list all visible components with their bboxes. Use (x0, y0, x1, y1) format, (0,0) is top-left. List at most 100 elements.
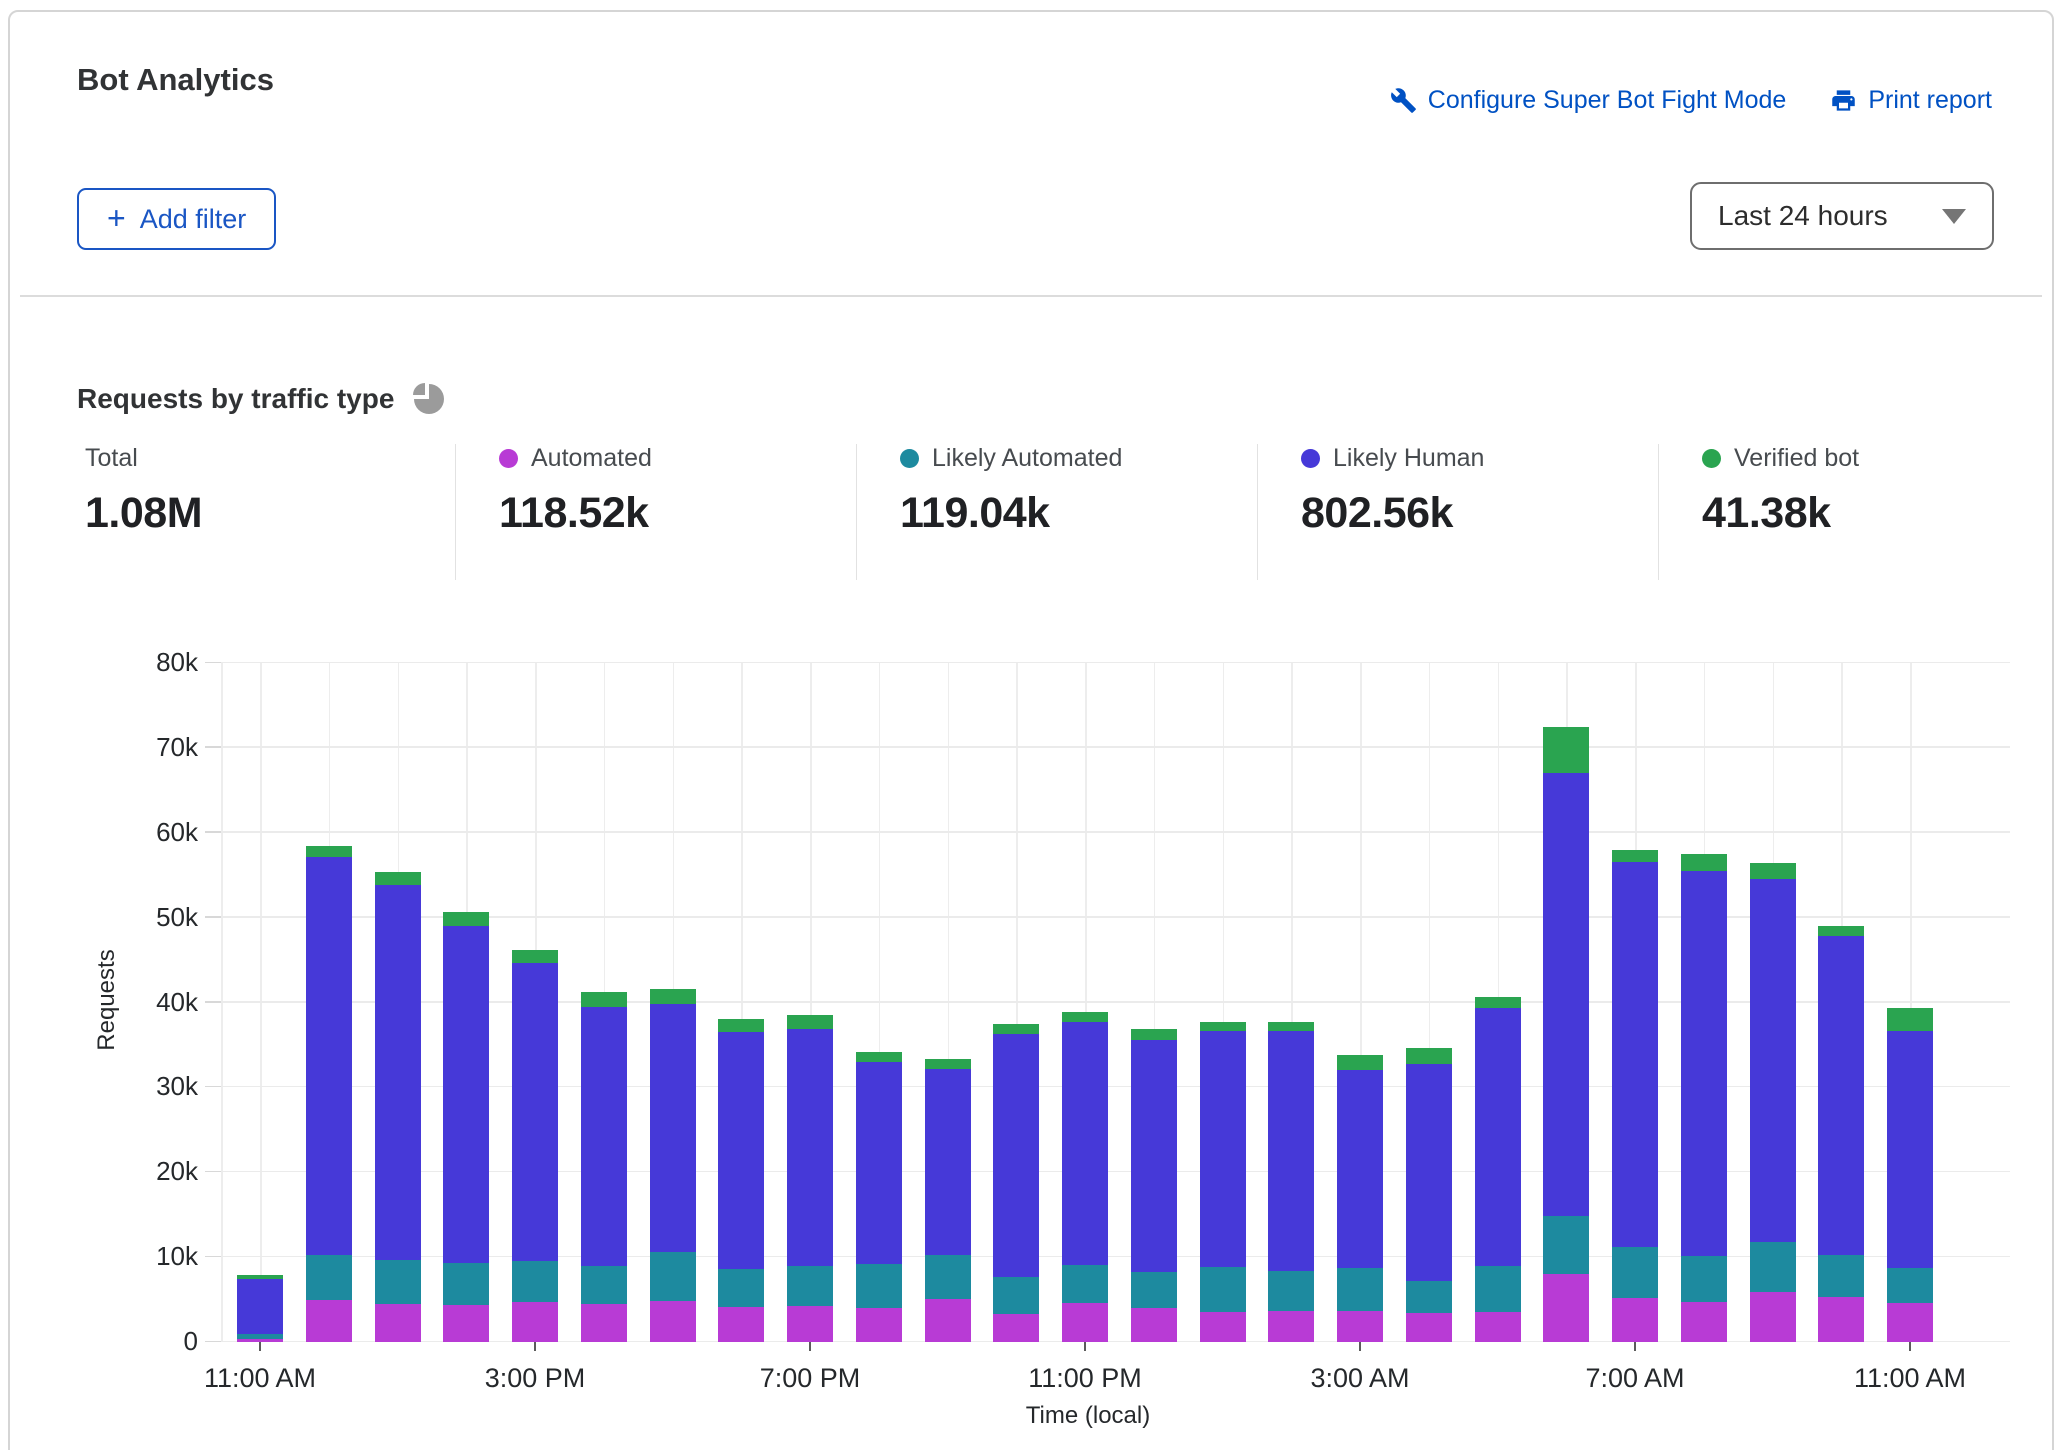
bar[interactable] (1406, 1048, 1452, 1342)
stat-likely-human: Likely Human 802.56k (1301, 444, 1484, 538)
bar-segment-automated (1818, 1297, 1864, 1342)
x-tick (1909, 1342, 1911, 1351)
bar[interactable] (1062, 1012, 1108, 1342)
bar-segment-likely-human (1681, 871, 1727, 1256)
x-tick-label: 11:00 PM (1028, 1363, 1142, 1394)
stat-divider (856, 444, 857, 580)
stat-likely-automated: Likely Automated 119.04k (900, 444, 1122, 538)
y-tick-label: 60k (156, 817, 198, 848)
bar[interactable] (237, 1275, 283, 1342)
y-tick (205, 1001, 221, 1003)
header-links: Configure Super Bot Fight Mode Print rep… (1390, 86, 1992, 115)
gridline (221, 916, 2010, 918)
y-tick (205, 916, 221, 918)
bar-segment-verified-bot (1337, 1055, 1383, 1070)
x-tick-label: 3:00 PM (485, 1363, 586, 1394)
bar-segment-automated (1268, 1311, 1314, 1342)
stat-divider (1257, 444, 1258, 580)
x-tick (809, 1342, 811, 1351)
print-link-label: Print report (1868, 86, 1992, 115)
bar[interactable] (1268, 1022, 1314, 1342)
bar-segment-likely-human (1406, 1064, 1452, 1281)
bar-segment-automated (306, 1300, 352, 1342)
bar[interactable] (1681, 854, 1727, 1342)
bar[interactable] (581, 992, 627, 1342)
gridline (221, 831, 2010, 833)
stat-likely-human-label: Likely Human (1333, 444, 1484, 473)
bar[interactable] (443, 912, 489, 1342)
stat-verified-bot: Verified bot 41.38k (1702, 444, 1859, 538)
printer-icon (1830, 87, 1857, 114)
x-tick (1359, 1342, 1361, 1351)
chevron-down-icon (1942, 209, 1966, 224)
bar-segment-automated (512, 1302, 558, 1342)
bar[interactable] (925, 1059, 971, 1342)
bar[interactable] (1131, 1029, 1177, 1342)
bar-segment-verified-bot (512, 950, 558, 963)
y-tick (205, 1086, 221, 1088)
bar[interactable] (1750, 863, 1796, 1343)
bar[interactable] (375, 872, 421, 1342)
bar[interactable] (993, 1024, 1039, 1342)
bar-segment-verified-bot (1475, 997, 1521, 1008)
add-filter-button[interactable]: + Add filter (77, 188, 276, 250)
x-tick (1084, 1342, 1086, 1351)
bar[interactable] (1200, 1022, 1246, 1342)
automated-legend-dot (499, 449, 518, 468)
bar-segment-automated (1681, 1302, 1727, 1342)
bar-segment-verified-bot (443, 912, 489, 926)
bar[interactable] (856, 1052, 902, 1342)
bar[interactable] (1543, 727, 1589, 1342)
gridline (221, 746, 2010, 748)
bar-segment-verified-bot (1887, 1008, 1933, 1030)
bar[interactable] (787, 1015, 833, 1342)
add-filter-label: Add filter (140, 204, 247, 235)
bar-segment-verified-bot (718, 1019, 764, 1033)
gridline (221, 1341, 2010, 1343)
bar-segment-automated (993, 1314, 1039, 1342)
bar-segment-automated (1406, 1313, 1452, 1342)
bar-segment-automated (787, 1306, 833, 1342)
bar-segment-verified-bot (787, 1015, 833, 1029)
bar-segment-automated (1200, 1312, 1246, 1342)
bar-segment-likely-human (925, 1069, 971, 1255)
bar-segment-likely-human (1337, 1070, 1383, 1268)
stat-total-label: Total (85, 444, 138, 473)
bar-segment-likely-automated (925, 1255, 971, 1299)
bar-segment-automated (856, 1308, 902, 1342)
bar-segment-likely-automated (787, 1266, 833, 1306)
bar[interactable] (1337, 1055, 1383, 1342)
bar-segment-likely-automated (1337, 1268, 1383, 1311)
bar-segment-automated (375, 1304, 421, 1342)
time-range-value: Last 24 hours (1718, 200, 1942, 232)
bar[interactable] (1887, 1008, 1933, 1342)
bar-segment-likely-human (306, 857, 352, 1254)
stat-likely-automated-value: 119.04k (900, 489, 1122, 538)
y-tick-label: 40k (156, 987, 198, 1018)
bar-segment-likely-human (856, 1062, 902, 1264)
bar-segment-likely-automated (650, 1252, 696, 1301)
bar-segment-likely-automated (1887, 1268, 1933, 1303)
print-report-link[interactable]: Print report (1830, 86, 1992, 115)
plus-icon: + (107, 202, 126, 234)
bar[interactable] (1475, 997, 1521, 1342)
bar-segment-verified-bot (1131, 1029, 1177, 1040)
stat-divider (1658, 444, 1659, 580)
bar-segment-likely-automated (1062, 1265, 1108, 1303)
bar[interactable] (512, 950, 558, 1342)
stat-automated-value: 118.52k (499, 489, 652, 538)
bar[interactable] (718, 1019, 764, 1342)
bar[interactable] (1612, 850, 1658, 1342)
time-range-dropdown[interactable]: Last 24 hours (1690, 182, 1994, 250)
stat-divider (455, 444, 456, 580)
stat-total: Total 1.08M (85, 444, 202, 538)
section-title: Requests by traffic type (77, 383, 394, 415)
y-axis-title: Requests (93, 949, 121, 1050)
bar[interactable] (650, 989, 696, 1342)
configure-super-bot-fight-mode-link[interactable]: Configure Super Bot Fight Mode (1390, 86, 1787, 115)
bar-segment-likely-human (993, 1034, 1039, 1277)
gridline (221, 1086, 2010, 1088)
bar[interactable] (1818, 926, 1864, 1342)
bar[interactable] (306, 846, 352, 1342)
y-tick (205, 746, 221, 748)
